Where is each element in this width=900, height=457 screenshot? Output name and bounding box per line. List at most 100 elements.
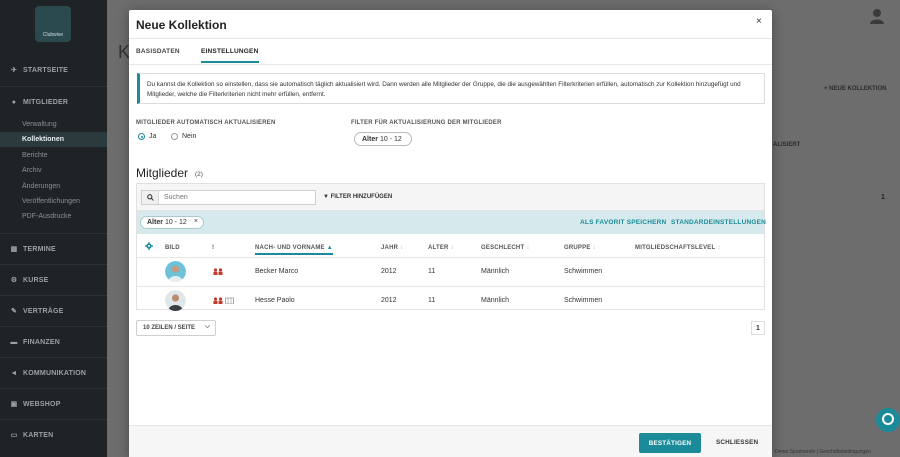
tabs-divider (129, 64, 772, 65)
modal-close-icon[interactable]: × (756, 16, 762, 27)
column-header-level[interactable]: MITGLIEDSCHAFTSLEVEL ↕ (635, 245, 721, 251)
nav-sub-veroeffentlichungen[interactable]: Veröffentlichungen (0, 194, 107, 209)
column-header-name[interactable]: NACH- UND VORNAME ▲ (255, 245, 333, 255)
column-header-label: JAHR (381, 245, 399, 251)
add-filter-button[interactable]: ▼ FILTER HINZUFÜGEN (323, 194, 392, 200)
family-icon (213, 297, 223, 304)
confirm-button[interactable]: BESTÄTIGEN (639, 433, 701, 453)
page-size-select[interactable]: 10 ZEILEN / SEITE ⌵ (136, 320, 216, 336)
column-header-label: GESCHLECHT (481, 245, 525, 251)
column-header-geschlecht[interactable]: GESCHLECHT ↕ (481, 245, 530, 251)
close-button[interactable]: SCHLIESSEN (716, 439, 758, 446)
nav-sub-verwaltung[interactable]: Verwaltung (0, 117, 107, 132)
column-header-bild: BILD (165, 245, 180, 251)
sort-icon: ↕ (717, 245, 721, 251)
update-filter-pill[interactable]: Alter 10 - 12 (354, 132, 412, 146)
background-column-label: ALISIERT (773, 142, 801, 148)
calendar-icon: ▦ (10, 246, 18, 253)
search-icon[interactable] (142, 191, 159, 204)
default-settings-link[interactable]: STANDARDEINSTELLUNGEN (671, 219, 766, 226)
column-header-jahr[interactable]: JAHR ↕ (381, 245, 403, 251)
nav-sub-pdf-ausdrucke[interactable]: PDF-Ausdrucke (0, 209, 107, 224)
user-avatar-icon[interactable] (869, 8, 885, 24)
sort-icon: ↕ (592, 245, 596, 251)
tab-basisdaten[interactable]: BASISDATEN (136, 48, 180, 61)
new-collection-label: NEUE KOLLEKTION (829, 86, 887, 92)
sidebar: Clubwise ✈ STARTSEITE ● MITGLIEDER Verwa… (0, 0, 107, 457)
help-chat-button[interactable] (876, 408, 900, 432)
logo-text: Clubwise (42, 32, 64, 38)
nav-sub-berichte[interactable]: Berichte (0, 148, 107, 163)
page-number-button[interactable]: 1 (751, 321, 765, 335)
shop-icon: ▣ (10, 401, 18, 408)
contract-icon: ✎ (10, 308, 18, 315)
sort-ascending-icon: ▲ (326, 245, 333, 251)
table-row[interactable]: Hesse Paolo 2012 11 Männlich Schwimmen (137, 287, 764, 316)
member-gender: Männlich (481, 297, 510, 304)
nav-label: KOMMUNIKATION (23, 369, 87, 377)
nav-startseite[interactable]: ✈ STARTSEITE (0, 55, 107, 85)
course-icon: ⚙ (10, 277, 18, 284)
background-page-number: 1 (881, 194, 885, 201)
column-header-label: ALTER (428, 245, 449, 251)
save-favorite-link[interactable]: ALS FAVORIT SPEICHERN (580, 219, 666, 226)
gear-icon[interactable] (145, 242, 153, 250)
search-box (141, 190, 316, 205)
nav-sub-aenderungen[interactable]: Änderungen (0, 179, 107, 194)
filter-key: Alter (362, 135, 378, 143)
active-filter-chip[interactable]: Alter 10 - 12 × (140, 216, 204, 229)
member-age: 11 (428, 268, 436, 275)
sort-icon: ↕ (400, 245, 404, 251)
filter-value: 10 - 12 (379, 135, 402, 143)
member-name[interactable]: Becker Marco (255, 268, 298, 275)
megaphone-icon: ◄ (10, 369, 18, 377)
info-box: Du kannst die Kollektion so einstellen, … (137, 73, 765, 104)
nav-sub-archiv[interactable]: Archiv (0, 163, 107, 178)
radio-label: Ja (149, 133, 157, 140)
family-icon (213, 268, 223, 275)
remove-filter-icon[interactable]: × (194, 218, 198, 225)
nav-kurse[interactable]: ⚙ KURSE (0, 265, 107, 295)
nav-kommunikation[interactable]: ◄ KOMMUNIKATION (0, 358, 107, 388)
table-row[interactable]: Becker Marco 2012 11 Männlich Schwimmen (137, 258, 764, 287)
members-toolbar: ▼ FILTER HINZUFÜGEN (137, 184, 764, 211)
nav-label: STARTSEITE (23, 66, 69, 74)
new-collection-button[interactable]: + NEUE KOLLEKTION (824, 86, 887, 92)
chat-icon (882, 413, 894, 425)
radio-ja[interactable]: Ja (138, 133, 156, 140)
card-icon: ▭ (10, 432, 18, 439)
nav-vertraege[interactable]: ✎ VERTRÄGE (0, 296, 107, 326)
member-name[interactable]: Hesse Paolo (255, 297, 295, 304)
money-icon: ▬ (10, 338, 18, 346)
members-panel: ▼ FILTER HINZUFÜGEN Alter 10 - 12 × ALS … (136, 183, 766, 311)
club-logo[interactable]: Clubwise (35, 6, 71, 42)
member-photo (165, 261, 186, 282)
nav-label: WEBSHOP (23, 400, 61, 408)
building-icon (225, 297, 234, 304)
tab-einstellungen[interactable]: EINSTELLUNGEN (201, 48, 259, 63)
new-collection-modal: Neue Kollektion × BASISDATEN EINSTELLUNG… (129, 10, 772, 457)
column-header-alert: ! (212, 245, 215, 251)
nav-finanzen[interactable]: ▬ FINANZEN (0, 327, 107, 357)
column-header-alter[interactable]: ALTER ↕ (428, 245, 454, 251)
column-header-label: NACH- UND VORNAME (255, 245, 325, 251)
member-gender: Männlich (481, 268, 510, 275)
auto-update-label: MITGLIEDER AUTOMATISCH AKTUALISIEREN (136, 120, 276, 126)
members-title: Mitglieder (136, 166, 189, 180)
radio-selected-icon (138, 133, 145, 140)
nav-label: MITGLIEDER (23, 98, 69, 106)
nav-webshop[interactable]: ▣ WEBSHOP (0, 389, 107, 419)
nav-termine[interactable]: ▦ TERMINE (0, 234, 107, 264)
members-count: (2) (195, 171, 203, 178)
user-icon: ● (11, 98, 17, 106)
search-input[interactable] (159, 191, 315, 204)
chip-value: 10 - 12 (164, 219, 187, 226)
member-photo (165, 290, 186, 311)
modal-title: Neue Kollektion (136, 18, 227, 32)
column-header-gruppe[interactable]: GRUPPE ↕ (564, 245, 596, 251)
column-header-label: GRUPPE (564, 245, 591, 251)
nav-sub-kollektionen[interactable]: Kollektionen (0, 132, 107, 147)
nav-karten[interactable]: ▭ KARTEN (0, 420, 107, 450)
nav-mitglieder[interactable]: ● MITGLIEDER (0, 87, 107, 117)
radio-nein[interactable]: Nein (171, 133, 196, 140)
